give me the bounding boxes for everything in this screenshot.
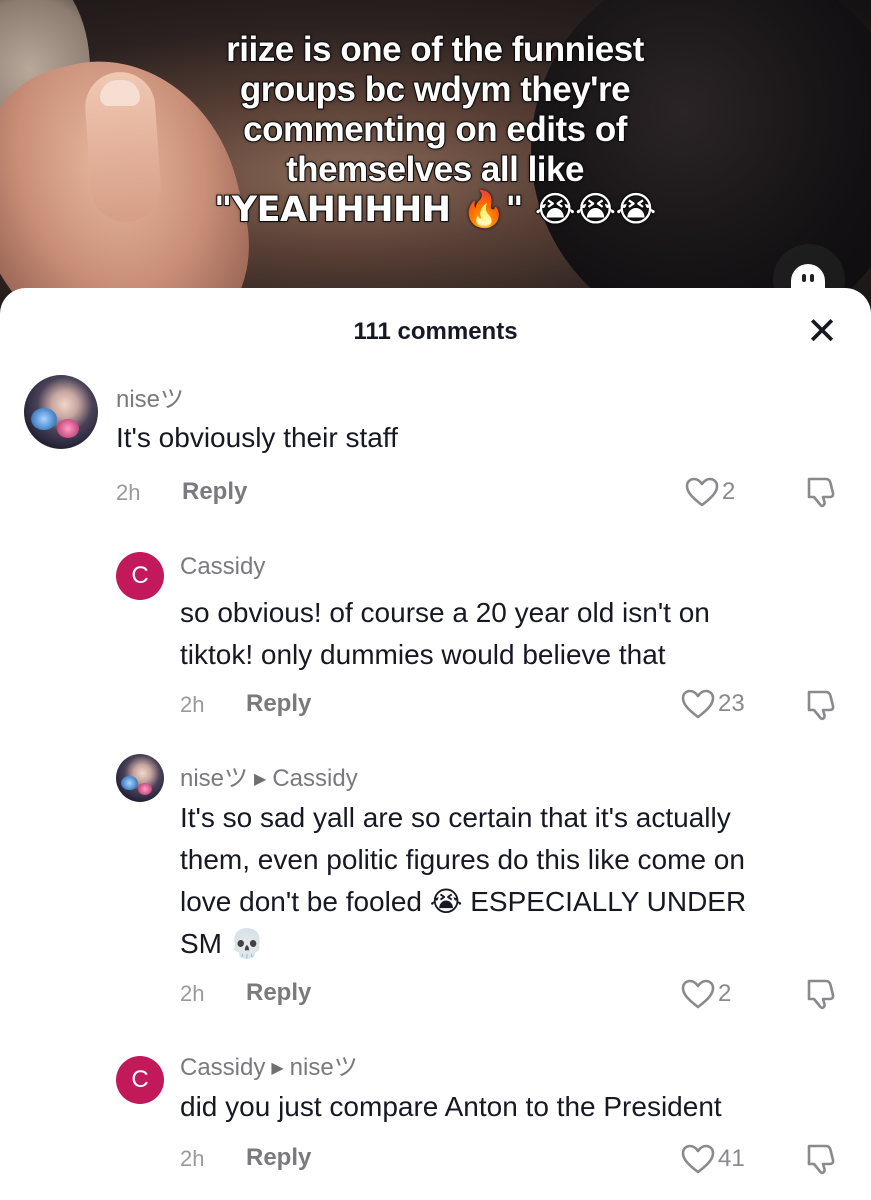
caption-line: commenting on edits of [242, 109, 628, 150]
comment-text: It's obviously their staff [116, 422, 398, 453]
thumbs-down-icon[interactable] [804, 1142, 838, 1176]
like-button[interactable]: 2 [680, 976, 750, 1012]
like-button[interactable]: 23 [680, 686, 760, 722]
ghost-eye-left [802, 274, 806, 282]
like-count: 2 [722, 478, 736, 505]
caption-line: themselves all like [285, 149, 585, 190]
avatar-detail [120, 775, 138, 790]
avatar[interactable]: C [116, 1056, 164, 1104]
comment-time: 2h [180, 981, 205, 1006]
comment-author[interactable]: niseツ [116, 379, 184, 414]
reply-to-name: Cassidy [272, 765, 358, 792]
avatar-detail [57, 419, 80, 438]
thumbs-down-icon[interactable] [804, 977, 838, 1011]
comment-author[interactable]: Cassidy [180, 553, 265, 581]
avatar[interactable] [24, 375, 98, 449]
like-button[interactable]: 2 [684, 474, 754, 510]
caret-right-icon: ▶ [254, 771, 267, 788]
like-button[interactable]: 41 [680, 1141, 756, 1177]
reply-button[interactable]: Reply [246, 690, 311, 718]
avatar-detail [31, 408, 58, 431]
close-icon[interactable]: ✕ [802, 312, 842, 352]
video-caption-overlay: riize is one of the funniest groups bc w… [150, 29, 720, 231]
caption-line: "YEAHHHHH 🔥" 😭😭😭 [213, 189, 657, 231]
reply-to-name: niseツ [289, 1054, 358, 1081]
comments-count-title: 111 comments [353, 318, 518, 345]
thumbs-down-icon[interactable] [804, 688, 838, 722]
comment-time: 2h [180, 1146, 205, 1171]
comment-time: 2h [116, 480, 141, 505]
video-background-nail [100, 80, 140, 106]
ghost-eye-right [810, 274, 814, 282]
caption-line: riize is one of the funniest [225, 29, 645, 70]
comment-text-line: It's so sad yall are so certain that it'… [180, 802, 731, 833]
heart-outline-icon [681, 1144, 715, 1174]
comment-text-line: SM 💀 [180, 928, 265, 959]
comment-text-line: them, even politic figures do this like … [180, 844, 745, 875]
comment-author[interactable]: niseツ ▶ Cassidy [180, 758, 358, 793]
avatar[interactable]: C [116, 552, 164, 600]
comment-text: did you just compare Anton to the Presid… [180, 1091, 722, 1122]
like-count: 41 [718, 1145, 745, 1172]
caret-right-icon: ▶ [271, 1060, 284, 1077]
like-count: 23 [718, 690, 745, 717]
reply-button[interactable]: Reply [246, 1144, 311, 1172]
comment-text-line: love don't be fooled 😭 ESPECIALLY UNDER [180, 886, 747, 917]
heart-outline-icon [685, 477, 719, 507]
comment-author[interactable]: Cassidy ▶ niseツ [180, 1047, 358, 1082]
reply-button[interactable]: Reply [182, 478, 247, 506]
comment-text-line: so obvious! of course a 20 year old isn'… [180, 597, 710, 628]
thumbs-down-icon[interactable] [804, 475, 838, 509]
reply-button[interactable]: Reply [246, 979, 311, 1007]
avatar-detail [137, 782, 152, 795]
video-player[interactable]: riize is one of the funniest groups bc w… [0, 0, 871, 320]
heart-outline-icon [681, 979, 715, 1009]
comment-time: 2h [180, 692, 205, 717]
caption-line: groups bc wdym they're [239, 69, 632, 110]
like-count: 2 [718, 980, 732, 1007]
comment-author-name: Cassidy [180, 1054, 266, 1081]
avatar[interactable] [116, 754, 164, 802]
comment-author-name: niseツ [180, 765, 249, 792]
comments-sheet: 111 comments ✕ niseツ It's obviously thei… [0, 288, 871, 1200]
comment-text-line: tiktok! only dummies would believe that [180, 639, 666, 670]
heart-outline-icon [681, 689, 715, 719]
